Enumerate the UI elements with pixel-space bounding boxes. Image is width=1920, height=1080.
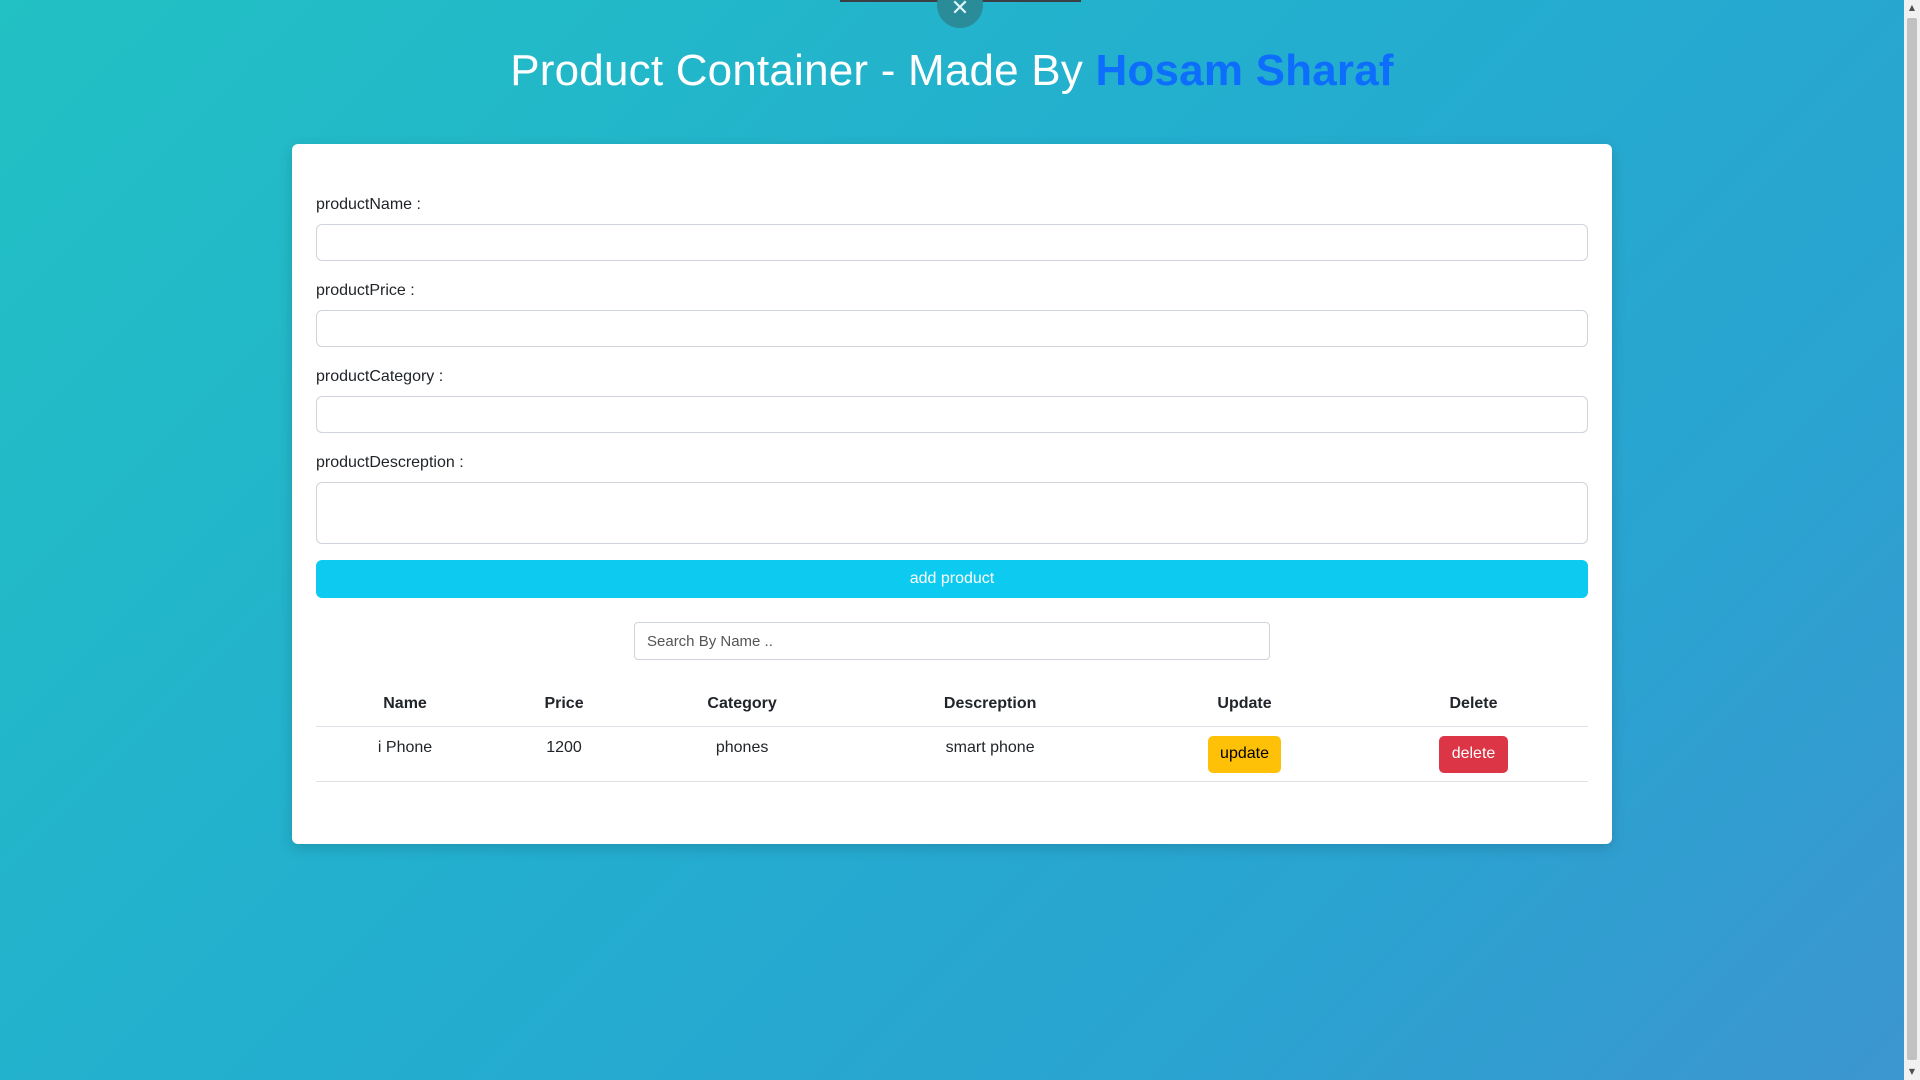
cell-delete: delete bbox=[1359, 726, 1588, 782]
product-price-input[interactable] bbox=[316, 310, 1588, 347]
product-name-label: productName : bbox=[316, 196, 421, 213]
product-category-label: productCategory : bbox=[316, 368, 444, 385]
page-title-prefix: Product Container - Made By bbox=[510, 46, 1096, 95]
vertical-scrollbar[interactable]: ▲ ▼ bbox=[1904, 0, 1920, 1080]
cell-update: update bbox=[1130, 726, 1359, 782]
cell-product-name: i Phone bbox=[316, 726, 495, 782]
table-header-row: Name Price Category Descreption Update D… bbox=[316, 682, 1588, 727]
table-row: i Phone 1200 phones smart phone update d… bbox=[316, 726, 1588, 782]
cell-product-price: 1200 bbox=[494, 726, 634, 782]
chevron-down-icon[interactable]: ▼ bbox=[1904, 1064, 1920, 1080]
product-form-card: productName : productPrice : productCate… bbox=[292, 144, 1612, 844]
scrollbar-thumb[interactable] bbox=[1907, 18, 1917, 1060]
product-table: Name Price Category Descreption Update D… bbox=[316, 682, 1588, 782]
column-header-description: Descreption bbox=[850, 682, 1131, 727]
cell-product-description: smart phone bbox=[850, 726, 1131, 782]
column-header-category: Category bbox=[633, 682, 851, 727]
product-description-label: productDescreption : bbox=[316, 454, 464, 471]
product-price-label: productPrice : bbox=[316, 282, 415, 299]
author-name: Hosam Sharaf bbox=[1095, 46, 1394, 95]
add-product-button[interactable]: add product bbox=[316, 560, 1588, 598]
chevron-up-icon[interactable]: ▲ bbox=[1904, 0, 1920, 16]
delete-button[interactable]: delete bbox=[1438, 735, 1509, 773]
page-title: Product Container - Made By Hosam Sharaf bbox=[0, 46, 1904, 96]
product-category-input[interactable] bbox=[316, 396, 1588, 433]
product-description-textarea[interactable] bbox=[316, 482, 1588, 544]
column-header-delete: Delete bbox=[1359, 682, 1588, 727]
column-header-price: Price bbox=[494, 682, 634, 727]
column-header-update: Update bbox=[1130, 682, 1359, 727]
close-icon[interactable]: ✕ bbox=[937, 0, 983, 28]
column-header-name: Name bbox=[316, 682, 495, 727]
update-button[interactable]: update bbox=[1208, 735, 1281, 773]
search-input[interactable] bbox=[634, 622, 1270, 660]
cell-product-category: phones bbox=[633, 726, 851, 782]
product-name-input[interactable] bbox=[316, 224, 1588, 261]
